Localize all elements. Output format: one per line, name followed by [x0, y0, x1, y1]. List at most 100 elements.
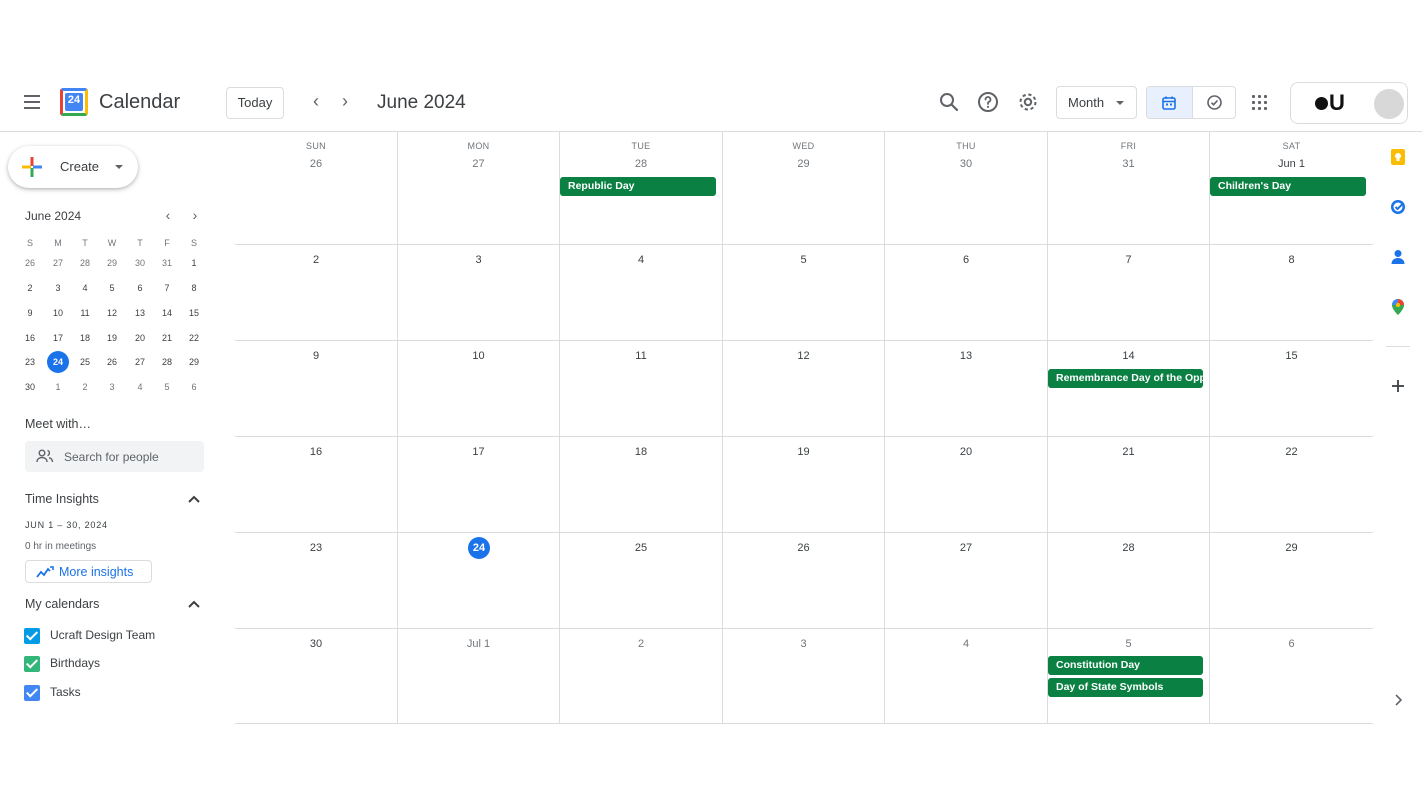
day-cell[interactable]: 6	[885, 245, 1048, 341]
calendar-view-button[interactable]	[1147, 87, 1192, 118]
date-number[interactable]: 9	[235, 350, 397, 362]
date-number[interactable]: 10	[398, 350, 559, 362]
calendar-checkbox[interactable]	[24, 628, 40, 644]
add-icon[interactable]	[1389, 377, 1407, 395]
day-cell[interactable]: 16	[235, 437, 398, 533]
mini-day-cell[interactable]: 6	[183, 376, 205, 398]
day-cell[interactable]: 26	[723, 533, 885, 629]
date-number[interactable]: 23	[235, 542, 397, 554]
date-number[interactable]: 26	[723, 542, 884, 554]
date-number[interactable]: 25	[560, 542, 722, 554]
day-cell[interactable]: 3	[398, 245, 560, 341]
date-number[interactable]: Jun 1	[1210, 158, 1373, 170]
keep-icon[interactable]	[1389, 148, 1407, 166]
account-switcher[interactable]: U	[1290, 82, 1408, 124]
mini-day-cell[interactable]: 3	[101, 376, 123, 398]
day-cell[interactable]: 28	[1048, 533, 1210, 629]
search-people-field[interactable]: Search for people	[25, 441, 204, 472]
mini-day-cell[interactable]: 27	[47, 252, 69, 274]
mini-day-cell[interactable]: 10	[47, 302, 69, 324]
mini-day-cell[interactable]: 27	[129, 351, 151, 373]
mini-day-cell[interactable]: 11	[74, 302, 96, 324]
date-number[interactable]: 20	[885, 446, 1047, 458]
date-number[interactable]: 26	[235, 158, 397, 170]
mini-day-cell[interactable]: 2	[19, 277, 41, 299]
day-cell[interactable]: 4	[885, 629, 1048, 724]
date-number[interactable]: 30	[885, 158, 1047, 170]
collapse-insights-icon[interactable]	[187, 494, 201, 504]
mini-day-cell[interactable]: 7	[156, 277, 178, 299]
event-constitution-day[interactable]: Constitution Day	[1048, 656, 1203, 675]
date-number[interactable]: 5	[723, 254, 884, 266]
mini-day-cell[interactable]: 18	[74, 327, 96, 349]
mini-day-cell[interactable]: 24	[47, 351, 69, 373]
date-number[interactable]: 3	[723, 638, 884, 650]
mini-day-cell[interactable]: 29	[183, 351, 205, 373]
day-cell[interactable]: 29	[1210, 533, 1373, 629]
mini-day-cell[interactable]: 26	[101, 351, 123, 373]
contacts-icon[interactable]	[1389, 248, 1407, 266]
day-cell[interactable]: 5	[723, 245, 885, 341]
day-cell[interactable]: 3	[723, 629, 885, 724]
date-number[interactable]: 29	[723, 158, 884, 170]
search-icon[interactable]	[937, 90, 961, 114]
day-cell[interactable]: FRI 31	[1048, 132, 1210, 245]
date-number[interactable]: 28	[1048, 542, 1209, 554]
date-number[interactable]: 6	[885, 254, 1047, 266]
mini-day-cell[interactable]: 5	[101, 277, 123, 299]
mini-day-cell[interactable]: 30	[129, 252, 151, 274]
day-cell[interactable]: 18	[560, 437, 723, 533]
settings-gear-icon[interactable]	[1016, 90, 1040, 114]
mini-day-cell[interactable]: 5	[156, 376, 178, 398]
date-number[interactable]: 30	[235, 638, 397, 650]
calendar-checkbox[interactable]	[24, 656, 40, 672]
calendar-checkbox[interactable]	[24, 685, 40, 701]
day-cell[interactable]: 5	[1048, 629, 1210, 724]
collapse-calendars-icon[interactable]	[187, 599, 201, 609]
date-number[interactable]: 8	[1210, 254, 1373, 266]
mini-day-cell[interactable]: 13	[129, 302, 151, 324]
day-cell[interactable]: 2	[560, 629, 723, 724]
date-number[interactable]: 31	[1048, 158, 1209, 170]
date-number[interactable]: 3	[398, 254, 559, 266]
create-button[interactable]: Create	[8, 146, 138, 188]
day-cell[interactable]: 19	[723, 437, 885, 533]
mini-day-cell[interactable]: 14	[156, 302, 178, 324]
mini-day-cell[interactable]: 30	[19, 376, 41, 398]
today-button[interactable]: Today	[226, 87, 284, 119]
date-number[interactable]: 16	[235, 446, 397, 458]
maps-icon[interactable]	[1389, 298, 1407, 316]
day-cell[interactable]: 12	[723, 341, 885, 437]
date-number[interactable]: 14	[1048, 350, 1209, 362]
date-number[interactable]: 19	[723, 446, 884, 458]
mini-day-cell[interactable]: 9	[19, 302, 41, 324]
my-calendars-title[interactable]: My calendars	[25, 597, 99, 611]
date-number[interactable]: 15	[1210, 350, 1373, 362]
mini-day-cell[interactable]: 2	[74, 376, 96, 398]
help-icon[interactable]	[976, 90, 1000, 114]
day-cell[interactable]: 4	[560, 245, 723, 341]
mini-day-cell[interactable]: 15	[183, 302, 205, 324]
day-cell[interactable]: 8	[1210, 245, 1373, 341]
date-number[interactable]: 29	[1210, 542, 1373, 554]
day-cell[interactable]: MON 27	[398, 132, 560, 245]
date-number[interactable]: 4	[885, 638, 1047, 650]
google-apps-icon[interactable]	[1252, 95, 1268, 111]
date-number[interactable]: 27	[885, 542, 1047, 554]
mini-day-cell[interactable]: 12	[101, 302, 123, 324]
mini-day-cell[interactable]: 28	[156, 351, 178, 373]
date-number[interactable]: 2	[560, 638, 722, 650]
event-childrens-day[interactable]: Children's Day	[1210, 177, 1366, 196]
date-number[interactable]: 28	[560, 158, 722, 170]
date-number[interactable]: 12	[723, 350, 884, 362]
mini-day-cell[interactable]: 29	[101, 252, 123, 274]
event-day-of-state-symbols[interactable]: Day of State Symbols	[1048, 678, 1203, 697]
time-insights-title[interactable]: Time Insights	[25, 492, 99, 506]
date-number[interactable]: 4	[560, 254, 722, 266]
more-insights-button[interactable]: More insights	[25, 560, 152, 583]
mini-day-cell[interactable]: 21	[156, 327, 178, 349]
day-cell[interactable]: 17	[398, 437, 560, 533]
day-cell[interactable]: WED 29	[723, 132, 885, 245]
mini-day-cell[interactable]: 28	[74, 252, 96, 274]
mini-day-cell[interactable]: 17	[47, 327, 69, 349]
